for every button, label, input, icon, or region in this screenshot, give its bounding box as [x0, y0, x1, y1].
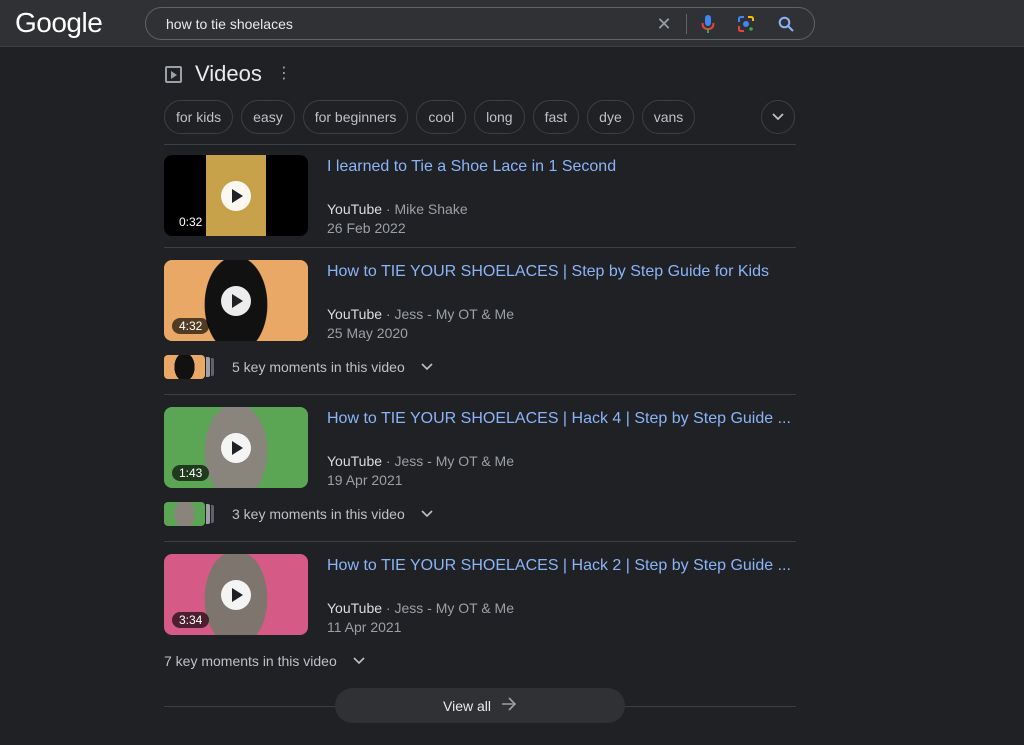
video-date: 11 Apr 2021 — [327, 619, 402, 635]
clear-search-icon[interactable]: ✕ — [654, 14, 674, 34]
key-moments-toggle[interactable]: 3 key moments in this video — [164, 502, 433, 526]
video-date: 25 May 2020 — [327, 325, 408, 341]
key-moments-toggle[interactable]: 7 key moments in this video — [164, 649, 365, 673]
chevron-down-icon — [772, 113, 784, 121]
key-moments-label: 5 key moments in this video — [232, 359, 405, 375]
key-moments-thumbnail — [164, 502, 216, 526]
play-icon — [221, 580, 251, 610]
play-icon — [221, 286, 251, 316]
video-play-icon — [165, 65, 182, 83]
video-meta: YouTube · Jess - My OT & Me — [327, 306, 514, 322]
video-thumbnail[interactable]: 4:32 — [164, 260, 308, 341]
video-meta: YouTube · Mike Shake — [327, 201, 468, 217]
search-input[interactable] — [166, 14, 646, 34]
chip-vans[interactable]: vans — [641, 100, 696, 134]
video-author: Jess - My OT & Me — [394, 600, 515, 616]
key-moments-label: 7 key moments in this video — [164, 653, 337, 669]
more-chips-button[interactable] — [761, 100, 795, 134]
video-title-link[interactable]: How to TIE YOUR SHOELACES | Hack 2 | Ste… — [327, 557, 791, 575]
video-date: 19 Apr 2021 — [327, 472, 403, 488]
chip-long[interactable]: long — [474, 100, 525, 134]
google-lens-icon[interactable] — [736, 14, 756, 34]
chevron-down-icon — [353, 657, 365, 665]
search-divider — [686, 14, 687, 34]
section-title: Videos — [195, 61, 262, 86]
video-title-link[interactable]: How to TIE YOUR SHOELACES | Hack 4 | Ste… — [327, 410, 791, 428]
chip-dye[interactable]: dye — [587, 100, 634, 134]
play-icon — [221, 181, 251, 211]
video-title-link[interactable]: I learned to Tie a Shoe Lace in 1 Second — [327, 158, 616, 176]
video-author: Jess - My OT & Me — [394, 453, 515, 469]
video-source: YouTube — [327, 306, 383, 322]
chevron-down-icon — [421, 363, 433, 371]
google-logo[interactable]: Google — [15, 7, 103, 39]
video-source: YouTube — [327, 201, 383, 217]
play-icon — [221, 433, 251, 463]
video-meta: YouTube · Jess - My OT & Me — [327, 600, 514, 616]
divider — [164, 247, 796, 248]
video-thumbnail[interactable]: 3:34 — [164, 554, 308, 635]
key-moments-label: 3 key moments in this video — [232, 506, 405, 522]
video-title-link[interactable]: How to TIE YOUR SHOELACES | Step by Step… — [327, 263, 769, 281]
duration-badge: 4:32 — [172, 318, 210, 334]
duration-badge: 3:34 — [172, 612, 210, 628]
video-thumbnail[interactable]: 0:32 — [164, 155, 308, 236]
divider — [164, 144, 796, 145]
divider — [164, 394, 796, 395]
video-source: YouTube — [327, 453, 383, 469]
meta-separator: · — [382, 201, 395, 217]
video-author: Mike Shake — [394, 201, 468, 217]
chip-cool[interactable]: cool — [416, 100, 467, 134]
filter-chips: for kids easy for beginners cool long fa… — [164, 100, 696, 134]
divider — [164, 541, 796, 542]
search-box[interactable]: ✕ — [145, 7, 815, 40]
view-all-button[interactable]: View all — [335, 688, 625, 723]
video-author: Jess - My OT & Me — [394, 306, 515, 322]
video-source: YouTube — [327, 600, 383, 616]
view-all-label: View all — [443, 697, 491, 714]
video-date: 26 Feb 2022 — [327, 220, 406, 236]
chip-for-kids[interactable]: for kids — [164, 100, 234, 134]
meta-separator: · — [382, 453, 395, 469]
meta-separator: · — [382, 306, 395, 322]
chip-easy[interactable]: easy — [241, 100, 295, 134]
chip-for-beginners[interactable]: for beginners — [302, 100, 409, 134]
chevron-down-icon — [421, 510, 433, 518]
arrow-right-icon — [501, 697, 517, 714]
search-icon[interactable] — [776, 14, 796, 34]
key-moments-toggle[interactable]: 5 key moments in this video — [164, 355, 433, 379]
more-options-icon[interactable]: ⋮ — [276, 66, 292, 82]
meta-separator: · — [382, 600, 395, 616]
video-thumbnail[interactable]: 1:43 — [164, 407, 308, 488]
duration-badge: 1:43 — [172, 465, 210, 481]
microphone-icon[interactable] — [698, 14, 718, 34]
top-bar: Google ✕ — [0, 0, 1024, 47]
chip-fast[interactable]: fast — [532, 100, 580, 134]
duration-badge: 0:32 — [179, 215, 203, 229]
videos-section-header: Videos ⋮ — [165, 60, 292, 88]
video-meta: YouTube · Jess - My OT & Me — [327, 453, 514, 469]
key-moments-thumbnail — [164, 355, 216, 379]
